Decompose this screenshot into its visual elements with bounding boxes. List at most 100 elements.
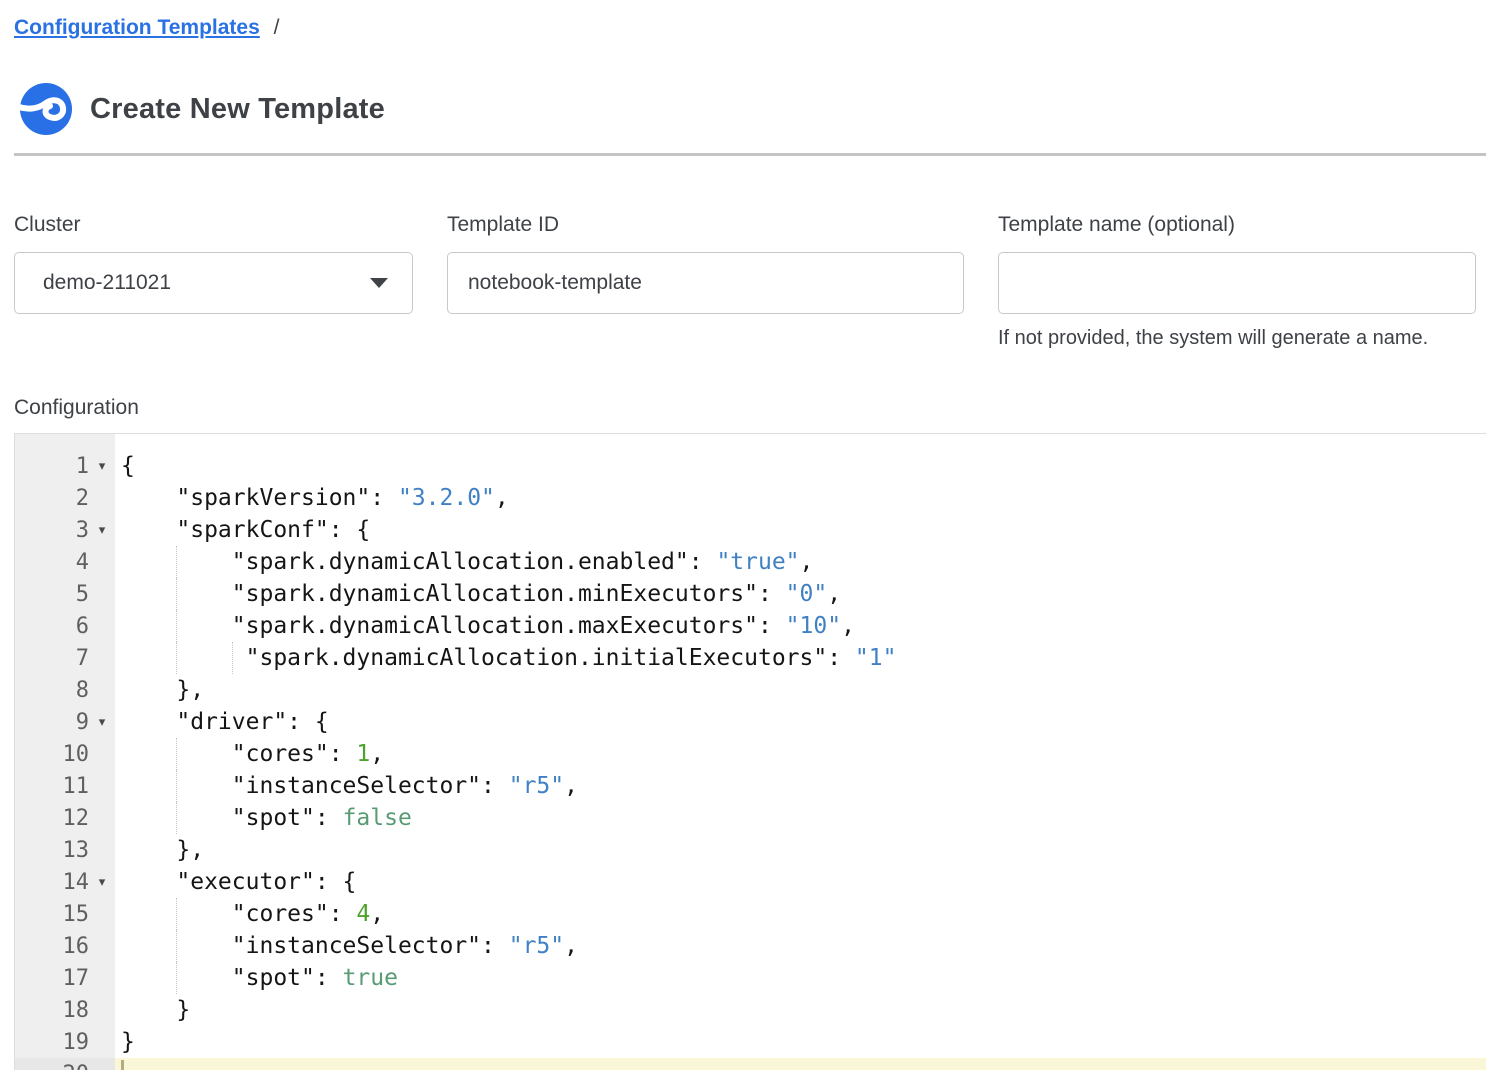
- line-number: 9: [15, 710, 89, 735]
- header-divider: [14, 153, 1486, 156]
- indent-guide: [176, 802, 177, 834]
- ocean-wave-logo-icon: [8, 82, 76, 136]
- line-number: 4: [15, 550, 89, 575]
- code-line-3[interactable]: "sparkConf": {: [115, 514, 1486, 546]
- text-cursor: [121, 1060, 124, 1070]
- code-line-13[interactable]: },: [115, 834, 1486, 866]
- template-name-field: Template name (optional) If not provided…: [998, 213, 1476, 350]
- line-number: 1: [15, 454, 89, 479]
- line-number: 6: [15, 614, 89, 639]
- gutter-line-17: 17: [15, 962, 115, 994]
- gutter-line-9: 9▾: [15, 706, 115, 738]
- line-number: 8: [15, 678, 89, 703]
- code-line-9[interactable]: "driver": {: [115, 706, 1486, 738]
- breadcrumb-link-configuration-templates[interactable]: Configuration Templates: [14, 16, 260, 39]
- line-number: 11: [15, 774, 89, 799]
- template-id-input[interactable]: [447, 252, 964, 314]
- json-config-editor[interactable]: 1▾23▾456789▾1011121314▾151617181920 { "s…: [14, 433, 1486, 1070]
- code-line-1[interactable]: {: [115, 450, 1486, 482]
- line-number: 12: [15, 806, 89, 831]
- gutter-line-19: 19: [15, 1026, 115, 1058]
- line-number: 7: [15, 646, 89, 671]
- line-number: 10: [15, 742, 89, 767]
- template-name-label: Template name (optional): [998, 213, 1476, 237]
- chevron-down-icon: [370, 278, 388, 288]
- line-number: 5: [15, 582, 89, 607]
- template-name-helper-text: If not provided, the system will generat…: [998, 327, 1476, 350]
- template-name-input[interactable]: [998, 252, 1476, 314]
- line-number: 15: [15, 902, 89, 927]
- line-number: 16: [15, 934, 89, 959]
- gutter-line-18: 18: [15, 994, 115, 1026]
- fold-arrow-icon[interactable]: ▾: [89, 523, 115, 538]
- line-number: 20: [15, 1062, 89, 1071]
- indent-guide: [176, 930, 177, 962]
- template-id-label: Template ID: [447, 213, 964, 237]
- code-line-15[interactable]: "cores": 4,: [115, 898, 1486, 930]
- fold-arrow-icon[interactable]: ▾: [89, 715, 115, 730]
- configuration-label: Configuration: [14, 396, 1486, 420]
- code-line-5[interactable]: "spark.dynamicAllocation.minExecutors": …: [115, 578, 1486, 610]
- code-line-7[interactable]: "spark.dynamicAllocation.initialExecutor…: [115, 642, 1486, 674]
- code-line-2[interactable]: "sparkVersion": "3.2.0",: [115, 482, 1486, 514]
- gutter-line-6: 6: [15, 610, 115, 642]
- line-number: 19: [15, 1030, 89, 1055]
- gutter-line-15: 15: [15, 898, 115, 930]
- line-number: 18: [15, 998, 89, 1023]
- line-number: 17: [15, 966, 89, 991]
- gutter-line-20: 20: [15, 1058, 115, 1070]
- gutter-line-10: 10: [15, 738, 115, 770]
- page-header: Create New Template: [8, 82, 1486, 136]
- fold-arrow-icon[interactable]: ▾: [89, 875, 115, 890]
- gutter-line-8: 8: [15, 674, 115, 706]
- code-line-14[interactable]: "executor": {: [115, 866, 1486, 898]
- indent-guide: [232, 642, 233, 674]
- editor-gutter: 1▾23▾456789▾1011121314▾151617181920: [15, 434, 115, 1070]
- breadcrumb-separator: /: [274, 16, 280, 39]
- code-line-8[interactable]: },: [115, 674, 1486, 706]
- template-id-field: Template ID: [447, 213, 964, 350]
- indent-guide: [176, 898, 177, 930]
- indent-guide: [176, 962, 177, 994]
- line-number: 3: [15, 518, 89, 543]
- editor-active-line[interactable]: [115, 1058, 1486, 1070]
- gutter-line-5: 5: [15, 578, 115, 610]
- code-line-17[interactable]: "spot": true: [115, 962, 1486, 994]
- indent-guide: [176, 610, 177, 642]
- gutter-line-11: 11: [15, 770, 115, 802]
- gutter-line-12: 12: [15, 802, 115, 834]
- indent-guide: [176, 546, 177, 578]
- code-line-10[interactable]: "cores": 1,: [115, 738, 1486, 770]
- indent-guide: [176, 578, 177, 610]
- template-form: Cluster demo-211021 Template ID Template…: [14, 213, 1486, 350]
- code-line-12[interactable]: "spot": false: [115, 802, 1486, 834]
- gutter-line-7: 7: [15, 642, 115, 674]
- gutter-line-3: 3▾: [15, 514, 115, 546]
- gutter-line-1: 1▾: [15, 450, 115, 482]
- indent-guide: [176, 642, 177, 674]
- editor-code-area[interactable]: { "sparkVersion": "3.2.0", "sparkConf": …: [115, 434, 1486, 1070]
- code-line-19[interactable]: }: [115, 1026, 1486, 1058]
- fold-arrow-icon[interactable]: ▾: [89, 459, 115, 474]
- cluster-label: Cluster: [14, 213, 413, 237]
- gutter-line-13: 13: [15, 834, 115, 866]
- line-number: 14: [15, 870, 89, 895]
- code-line-16[interactable]: "instanceSelector": "r5",: [115, 930, 1486, 962]
- code-line-4[interactable]: "spark.dynamicAllocation.enabled": "true…: [115, 546, 1486, 578]
- indent-guide: [176, 738, 177, 770]
- cluster-select[interactable]: demo-211021: [14, 252, 413, 314]
- line-number: 13: [15, 838, 89, 863]
- gutter-line-14: 14▾: [15, 866, 115, 898]
- code-line-18[interactable]: }: [115, 994, 1486, 1026]
- gutter-line-4: 4: [15, 546, 115, 578]
- line-number: 2: [15, 486, 89, 511]
- code-line-6[interactable]: "spark.dynamicAllocation.maxExecutors": …: [115, 610, 1486, 642]
- indent-guide: [176, 770, 177, 802]
- gutter-line-16: 16: [15, 930, 115, 962]
- breadcrumb: Configuration Templates /: [14, 16, 1486, 40]
- code-line-11[interactable]: "instanceSelector": "r5",: [115, 770, 1486, 802]
- page-title: Create New Template: [90, 93, 385, 126]
- cluster-field: Cluster demo-211021: [14, 213, 413, 350]
- cluster-select-value: demo-211021: [43, 271, 171, 295]
- gutter-line-2: 2: [15, 482, 115, 514]
